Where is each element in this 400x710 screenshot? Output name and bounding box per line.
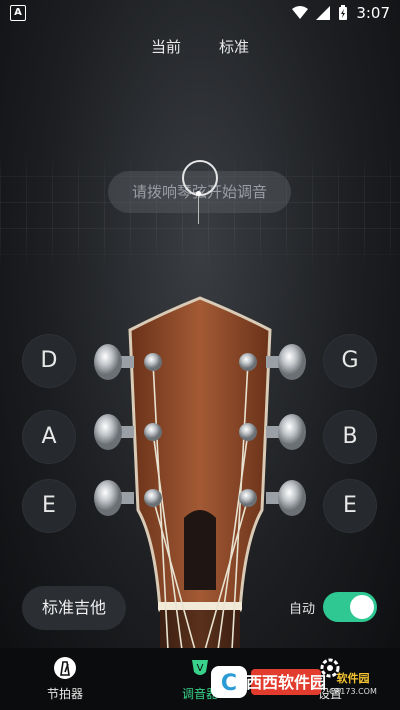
tuning-preset-button[interactable]: 标准吉他 (22, 586, 126, 630)
tab-standard[interactable]: 标准 (219, 36, 249, 57)
app-notification-icon: A (10, 5, 26, 21)
svg-text:C: C (221, 671, 237, 696)
nav-metronome[interactable]: 节拍器 (30, 656, 100, 702)
string-button-g[interactable]: G (323, 334, 377, 388)
string-button-d[interactable]: D (22, 334, 76, 388)
nav-label-metronome: 节拍器 (46, 687, 83, 701)
pitch-needle-pivot (196, 191, 201, 196)
string-button-low-e[interactable]: E (22, 479, 76, 533)
string-button-a[interactable]: A (22, 410, 76, 464)
tab-current[interactable]: 当前 (151, 36, 181, 57)
pitch-needle (198, 196, 199, 224)
tuner-icon: V (192, 660, 208, 675)
string-button-high-e[interactable]: E (323, 479, 377, 533)
svg-text:V: V (197, 663, 204, 674)
status-bar: A 3:07 (0, 0, 400, 28)
auto-mode-label: 自动 (289, 602, 316, 617)
auto-mode-toggle[interactable] (323, 592, 377, 622)
wifi-icon (292, 6, 309, 19)
clock: 3:07 (356, 4, 390, 22)
status-right: 3:07 (292, 4, 390, 22)
string-button-b[interactable]: B (323, 410, 377, 464)
site-watermark: C 西西软件园 软件园 CR173.COM (211, 666, 377, 698)
battery-icon (339, 5, 348, 20)
mode-tabs: 当前 标准 (0, 36, 400, 57)
toggle-knob (350, 595, 374, 619)
svg-text:CR173.COM: CR173.COM (329, 687, 377, 696)
signal-icon (316, 6, 331, 20)
svg-text:西西软件园: 西西软件园 (246, 673, 326, 692)
metronome-icon (54, 657, 76, 679)
svg-text:软件园: 软件园 (337, 671, 370, 685)
